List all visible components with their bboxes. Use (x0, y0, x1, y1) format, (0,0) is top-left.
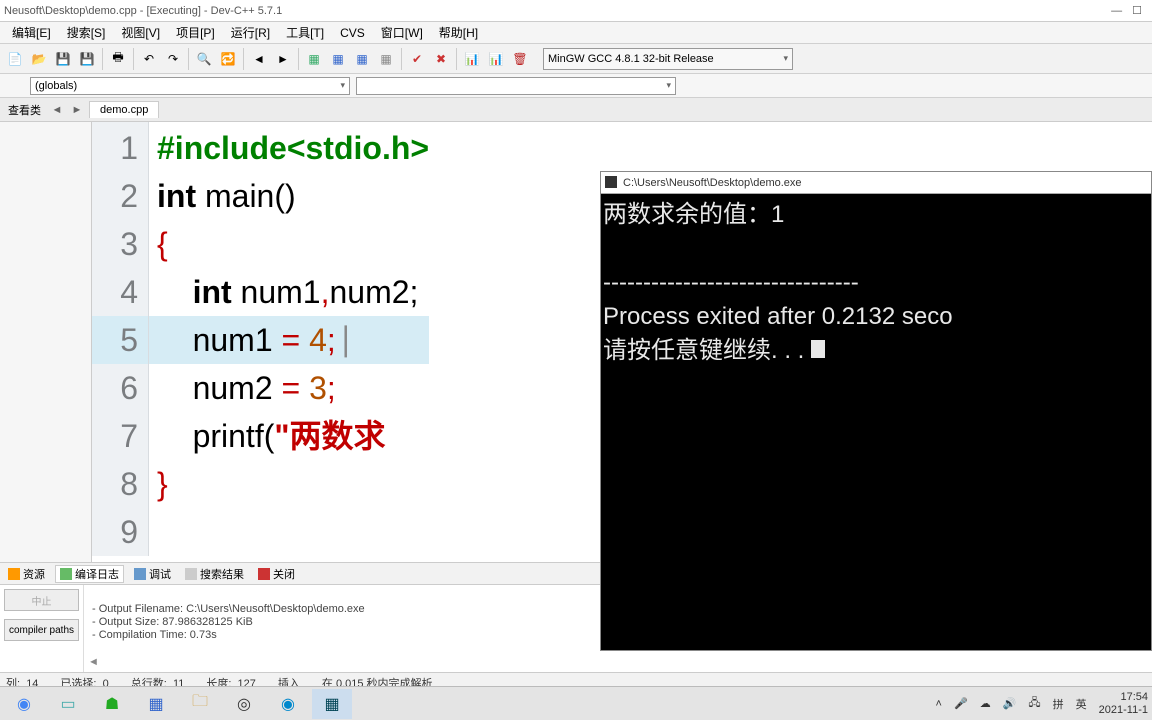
window-title: Neusoft\Desktop\demo.cpp - [Executing] -… (4, 0, 282, 21)
taskbar-wechat-icon[interactable]: ☗ (92, 689, 132, 719)
scope-bar: (globals) ▾ ▾ (0, 74, 1152, 98)
globals-selector[interactable]: (globals) ▾ (30, 77, 350, 95)
code-line: num2 = 3; (149, 364, 429, 412)
compiler-selector[interactable]: MinGW GCC 4.8.1 32-bit Release ▾ (543, 48, 793, 70)
window-controls: — ☐ (1111, 0, 1152, 21)
menu-cvs[interactable]: CVS (332, 26, 373, 40)
delete-profile-icon[interactable]: 🗑 (509, 48, 531, 70)
toolbar: 📄 📂 💾 💾 🖶 ↶ ↷ 🔍 🔁 ◄ ► ▦ ▦ ▦ ▦ ✔ ✖ 📊 📊 🗑 … (0, 44, 1152, 74)
code-lines[interactable]: #include<stdio.h> int main() { int num1,… (149, 122, 429, 556)
tab-compile-log[interactable]: 编译日志 (55, 565, 124, 583)
line-number-gutter: 1 2 3 4 5 6 7 8 9 (92, 122, 149, 556)
code-line: printf("两数求 (149, 412, 429, 460)
tab-resources[interactable]: 资源 (4, 566, 49, 582)
code-line (149, 508, 429, 556)
title-bar: Neusoft\Desktop\demo.cpp - [Executing] -… (0, 0, 1152, 22)
menu-help[interactable]: 帮助[H] (431, 24, 486, 41)
chevron-down-icon: ▾ (340, 80, 345, 91)
scroll-left-icon[interactable]: ◄ (88, 656, 99, 668)
abort-compile-button[interactable]: 中止 (4, 589, 79, 611)
tab-prev-icon[interactable]: ◄ (47, 104, 67, 116)
ime-indicator-2[interactable]: 英 (1076, 696, 1087, 712)
file-tab-demo[interactable]: demo.cpp (89, 101, 159, 118)
menu-edit[interactable]: 编辑[E] (4, 24, 59, 41)
profile-icon[interactable]: 📊 (461, 48, 483, 70)
undo-icon[interactable]: ↶ (138, 48, 160, 70)
code-line-current: num1 = 4; ⎸ (149, 316, 429, 364)
forward-icon[interactable]: ► (272, 48, 294, 70)
debug-icon[interactable]: ✔ (406, 48, 428, 70)
stop-icon[interactable]: ✖ (430, 48, 452, 70)
open-icon[interactable]: 📂 (28, 48, 50, 70)
save-icon[interactable]: 💾 (52, 48, 74, 70)
tab-debug[interactable]: 调试 (130, 566, 175, 582)
taskbar-app-icon[interactable]: ▦ (136, 689, 176, 719)
tray-volume-icon[interactable]: 🔊 (1003, 697, 1017, 710)
tab-search-results[interactable]: 搜索结果 (181, 566, 248, 582)
tab-next-icon[interactable]: ► (67, 104, 87, 116)
new-icon[interactable]: 📄 (4, 48, 26, 70)
tray-mic-icon[interactable]: 🎤 (954, 697, 968, 710)
menu-search[interactable]: 搜索[S] (59, 24, 114, 41)
tray-network-icon[interactable]: 🖧 (1028, 694, 1040, 713)
output-sidebar: 中止 compiler paths (0, 585, 84, 672)
code-line: #include<stdio.h> (149, 124, 429, 172)
compile-icon[interactable]: ▦ (303, 48, 325, 70)
search-icon (185, 568, 197, 580)
taskbar-devcpp-icon[interactable]: ▦ (312, 689, 352, 719)
replace-icon[interactable]: 🔁 (217, 48, 239, 70)
log-icon (60, 568, 72, 580)
saveall-icon[interactable]: 💾 (76, 48, 98, 70)
taskbar: ◉ ▭ ☗ ▦ 🗀 ◎ ◉ ▦ ˄ 🎤 ☁ 🔊 🖧 拼 英 17:54 2021… (0, 686, 1152, 720)
tab-close[interactable]: 关闭 (254, 566, 299, 582)
profile2-icon[interactable]: 📊 (485, 48, 507, 70)
taskbar-clock[interactable]: 17:54 2021-11-1 (1099, 691, 1148, 717)
taskbar-explorer-icon[interactable]: ▭ (48, 689, 88, 719)
member-selector[interactable]: ▾ (356, 77, 676, 95)
rebuild-icon[interactable]: ▦ (375, 48, 397, 70)
menu-tools[interactable]: 工具[T] (278, 24, 332, 41)
close-icon (258, 568, 270, 580)
ime-indicator-1[interactable]: 拼 (1053, 696, 1064, 712)
console-title-text: C:\Users\Neusoft\Desktop\demo.exe (623, 177, 802, 189)
maximize-icon[interactable]: ☐ (1132, 0, 1142, 21)
resource-icon (8, 568, 20, 580)
console-window[interactable]: C:\Users\Neusoft\Desktop\demo.exe 两数求余的值… (600, 171, 1152, 651)
menu-run[interactable]: 运行[R] (223, 24, 278, 41)
console-title-bar[interactable]: C:\Users\Neusoft\Desktop\demo.exe (601, 172, 1151, 194)
debug-icon (134, 568, 146, 580)
menu-view[interactable]: 视图[V] (113, 24, 168, 41)
menu-bar: 编辑[E] 搜索[S] 视图[V] 项目[P] 运行[R] 工具[T] CVS … (0, 22, 1152, 44)
taskbar-folder-icon[interactable]: 🗀 (180, 689, 220, 719)
left-tabs-label[interactable]: 查看类 (2, 102, 47, 118)
compiler-selector-text: MinGW GCC 4.8.1 32-bit Release (548, 53, 714, 65)
code-line: int num1,num2; (149, 268, 429, 316)
menu-window[interactable]: 窗口[W] (373, 24, 431, 41)
tab-strip: 查看类 ◄ ► demo.cpp (0, 98, 1152, 122)
compiler-paths-button[interactable]: compiler paths (4, 619, 79, 641)
taskbar-chrome-icon[interactable]: ◉ (4, 689, 44, 719)
tray-chevron-up-icon[interactable]: ˄ (936, 698, 942, 710)
code-line: { (149, 220, 429, 268)
class-browser-panel[interactable] (0, 122, 92, 562)
code-line: int main() (149, 172, 429, 220)
menu-project[interactable]: 项目[P] (168, 24, 223, 41)
code-line: } (149, 460, 429, 508)
back-icon[interactable]: ◄ (248, 48, 270, 70)
run-icon[interactable]: ▦ (327, 48, 349, 70)
taskbar-edge-icon[interactable]: ◉ (268, 689, 308, 719)
cursor-icon (811, 340, 825, 358)
redo-icon[interactable]: ↷ (162, 48, 184, 70)
chevron-down-icon: ▾ (666, 80, 671, 91)
compile-run-icon[interactable]: ▦ (351, 48, 373, 70)
console-output: 两数求余的值：1 -------------------------------… (601, 194, 1151, 372)
tray-cloud-icon[interactable]: ☁ (980, 697, 991, 710)
find-icon[interactable]: 🔍 (193, 48, 215, 70)
minimize-icon[interactable]: — (1111, 0, 1122, 21)
print-icon[interactable]: 🖶 (107, 48, 129, 70)
chevron-down-icon: ▾ (783, 53, 788, 64)
taskbar-obs-icon[interactable]: ◎ (224, 689, 264, 719)
globals-text: (globals) (35, 80, 77, 92)
